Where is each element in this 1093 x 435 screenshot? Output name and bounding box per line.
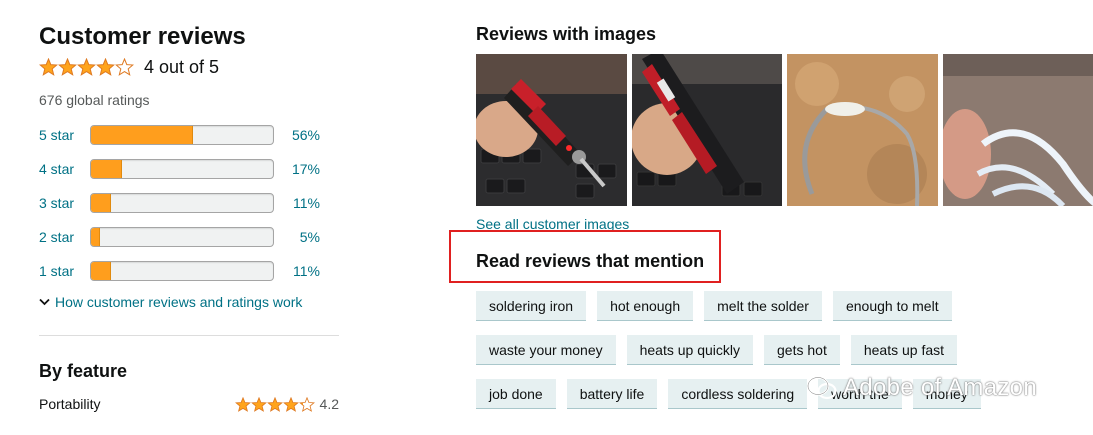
image-thumbnails [476,54,1093,206]
histogram-bar[interactable] [90,159,274,179]
histogram-row-5[interactable]: 5 star 56% [39,118,339,152]
histogram-percent[interactable]: 11% [274,263,320,279]
histogram-bar[interactable] [90,193,274,213]
mention-chip[interactable]: battery life [566,379,658,409]
global-ratings-count: 676 global ratings [39,92,150,108]
histogram-percent[interactable]: 17% [274,161,320,177]
histogram-bar-fill [91,228,101,246]
histogram-percent[interactable]: 56% [274,127,320,143]
star-icon [282,396,299,412]
mention-chip[interactable]: enough to melt [832,291,952,321]
histogram-label[interactable]: 5 star [39,127,90,143]
star-icon [234,396,251,412]
review-image-wire-on-gold[interactable] [787,54,938,206]
mention-chip[interactable]: job done [476,379,556,409]
chevron-down-icon [39,298,50,306]
star-icon [266,396,283,412]
histogram-percent[interactable]: 11% [274,195,320,211]
mention-chip[interactable]: soldering iron [476,291,587,321]
soldered-wire-photo [787,54,938,206]
histogram-row-3[interactable]: 3 star 11% [39,186,339,220]
feature-rating-value: 4.2 [319,396,339,412]
star-icon [298,396,315,412]
histogram-bar[interactable] [90,227,274,247]
soldering-iron-photo [476,54,627,206]
histogram-bar-fill [91,160,122,178]
mention-chip[interactable]: hot enough [597,291,694,321]
mention-chip[interactable]: gets hot [764,335,840,365]
chip-row-1: soldering iron hot enough melt the solde… [476,291,1086,321]
overall-rating-text: 4 out of 5 [144,56,220,77]
star-icon [39,58,58,76]
histogram-label[interactable]: 2 star [39,229,90,245]
histogram-label[interactable]: 4 star [39,161,90,177]
mention-chip[interactable]: melt the solder [704,291,822,321]
cordless-iron-photo [631,54,782,206]
histogram-bar-fill [91,262,112,280]
star-icon [250,396,267,412]
by-feature-title: By feature [39,361,128,381]
watermark-text: Adobe of Amazon [843,374,1037,401]
star-icon [96,58,115,76]
rating-histogram: 5 star 56% 4 star 17% 3 star 11% 2 star … [39,118,339,288]
histogram-bar[interactable] [90,125,274,145]
histogram-bar-fill [91,126,193,144]
overall-rating[interactable]: 4 out of 5 [39,54,339,80]
how-reviews-work-link[interactable]: How customer reviews and ratings work [39,294,339,310]
histogram-label[interactable]: 3 star [39,195,90,211]
mention-chip[interactable]: heats up fast [850,335,958,365]
histogram-bar-fill [91,194,112,212]
feature-name: Portability [39,396,101,412]
mention-chip[interactable]: cordless soldering [668,379,808,409]
histogram-row-1[interactable]: 1 star 11% [39,254,339,288]
histogram-label[interactable]: 1 star [39,263,90,279]
review-image-soldering-iron-keyboard[interactable] [476,54,627,206]
feature-row-portability: Portability 4.2 [39,396,339,412]
overall-stars [39,58,134,76]
star-icon [58,58,77,76]
histogram-row-2[interactable]: 2 star 5% [39,220,339,254]
chip-row-2: waste your money heats up quickly gets h… [476,335,1086,365]
reviews-with-images-panel: Reviews with images See all customer ima… [449,22,1093,409]
histogram-bar[interactable] [90,261,274,281]
feature-stars [234,396,315,412]
cable-coil-photo [942,54,1093,206]
mention-chips: soldering iron hot enough melt the solde… [476,291,1086,423]
watermark: Adobe of Amazon [807,374,1037,402]
customer-reviews-title: Customer reviews [39,23,246,50]
review-image-iron-in-hand[interactable] [631,54,782,206]
star-icon [77,58,96,76]
mention-chip[interactable]: waste your money [476,335,616,365]
histogram-percent[interactable]: 5% [274,229,320,245]
customer-reviews-panel: Customer reviews 4 out of 5 676 global r… [39,22,339,412]
chat-bubble-icon [807,376,837,400]
review-image-cable[interactable] [942,54,1093,206]
read-reviews-mention-title: Read reviews that mention [476,251,705,271]
reviews-with-images-title: Reviews with images [476,24,657,44]
how-reviews-work-label[interactable]: How customer reviews and ratings work [55,294,302,310]
section-divider [39,335,339,336]
star-icon [115,58,134,76]
mention-chip[interactable]: heats up quickly [626,335,754,365]
histogram-row-4[interactable]: 4 star 17% [39,152,339,186]
